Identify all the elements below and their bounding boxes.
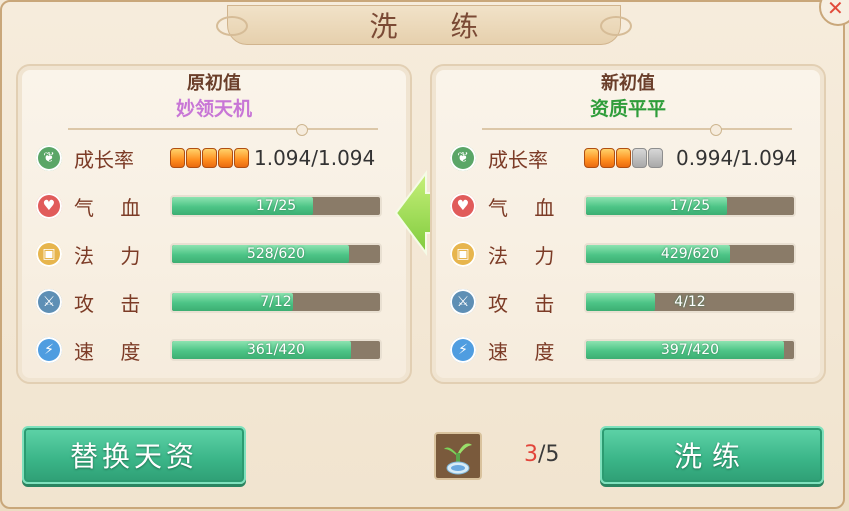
refine-counter: 3/5 bbox=[524, 442, 559, 467]
growth-value: 0.994/1.094 bbox=[676, 146, 798, 170]
stat-bar: 361/420 bbox=[170, 339, 382, 361]
stat-value: 397/420 bbox=[660, 342, 720, 358]
growth-pip bbox=[202, 148, 217, 168]
panel-title: 新初值 bbox=[601, 73, 655, 94]
stat-value: 17/25 bbox=[669, 198, 711, 214]
potion-sprout-icon bbox=[444, 443, 472, 475]
mana-icon: ▣ bbox=[450, 241, 476, 267]
new-stats-panel: 新初值 资质平平 ❦ 成长率 0.994/1.094 ♥ 气 血 17/25 ▣… bbox=[430, 64, 826, 384]
close-button[interactable]: ✕ bbox=[819, 0, 849, 26]
title-ornament-left bbox=[216, 16, 248, 36]
growth-pip bbox=[186, 148, 201, 168]
mana-icon: ▣ bbox=[36, 241, 62, 267]
stat-label: 速 度 bbox=[488, 339, 565, 364]
stat-value: 4/12 bbox=[674, 294, 706, 310]
sprout-icon: ❦ bbox=[450, 145, 476, 171]
panel-title: 原初值 bbox=[187, 73, 241, 94]
sprout-icon: ❦ bbox=[36, 145, 62, 171]
stat-bar: 528/620 bbox=[170, 243, 382, 265]
dialog-title: 洗 练 bbox=[369, 10, 501, 43]
stat-label: 速 度 bbox=[74, 339, 151, 364]
panel-header: 新初值 资质平平 bbox=[432, 66, 824, 122]
growth-pip bbox=[234, 148, 249, 168]
growth-label: 成长率 bbox=[488, 147, 548, 172]
original-stats-panel: 原初值 妙领天机 ❦ 成长率 1.094/1.094 ♥ 气 血 17/25 ▣… bbox=[16, 64, 412, 384]
stat-bar: 17/25 bbox=[170, 195, 382, 217]
growth-label: 成长率 bbox=[74, 147, 134, 172]
growth-pip bbox=[584, 148, 599, 168]
lightning-icon: ⚡ bbox=[36, 337, 62, 363]
panel-header: 原初值 妙领天机 bbox=[18, 66, 410, 122]
heart-icon: ♥ bbox=[450, 193, 476, 219]
quality-label: 妙领天机 bbox=[175, 98, 252, 120]
stat-bar: 7/12 bbox=[170, 291, 382, 313]
heart-icon: ♥ bbox=[36, 193, 62, 219]
stat-value: 361/420 bbox=[246, 342, 306, 358]
stat-bar: 397/420 bbox=[584, 339, 796, 361]
sword-icon: ⚔ bbox=[450, 289, 476, 315]
stat-value: 429/620 bbox=[660, 246, 720, 262]
growth-pips bbox=[170, 148, 249, 168]
divider bbox=[68, 124, 378, 136]
close-icon: ✕ bbox=[827, 0, 844, 20]
stat-bar: 17/25 bbox=[584, 195, 796, 217]
quality-label: 资质平平 bbox=[589, 98, 666, 120]
growth-pip bbox=[648, 148, 663, 168]
stat-label: 攻 击 bbox=[488, 291, 565, 316]
title-ornament-right bbox=[600, 16, 632, 36]
divider bbox=[482, 124, 792, 136]
title-bar: 洗 练 bbox=[216, 5, 632, 45]
replace-talent-button[interactable]: 替换天资 bbox=[22, 426, 246, 484]
growth-pip bbox=[600, 148, 615, 168]
counter-current: 3 bbox=[524, 442, 538, 467]
stat-value: 7/12 bbox=[260, 294, 292, 310]
stat-label: 攻 击 bbox=[74, 291, 151, 316]
growth-value: 1.094/1.094 bbox=[254, 146, 376, 170]
growth-pip bbox=[218, 148, 233, 168]
growth-pips bbox=[584, 148, 663, 168]
stat-label: 法 力 bbox=[488, 243, 565, 268]
dialog-frame: 洗 练 ✕ 原初值 妙领天机 ❦ 成长率 1.094/1.094 ♥ 气 血 1… bbox=[0, 0, 849, 509]
growth-pip bbox=[616, 148, 631, 168]
stat-bar: 4/12 bbox=[584, 291, 796, 313]
stat-value: 528/620 bbox=[246, 246, 306, 262]
growth-pip bbox=[632, 148, 647, 168]
stat-bar: 429/620 bbox=[584, 243, 796, 265]
refine-button[interactable]: 洗练 bbox=[600, 426, 824, 484]
growth-pip bbox=[170, 148, 185, 168]
stat-value: 17/25 bbox=[255, 198, 297, 214]
lightning-icon: ⚡ bbox=[450, 337, 476, 363]
sword-icon: ⚔ bbox=[36, 289, 62, 315]
stat-label: 气 血 bbox=[74, 195, 151, 220]
stat-label: 法 力 bbox=[74, 243, 151, 268]
stat-label: 气 血 bbox=[488, 195, 565, 220]
counter-total: /5 bbox=[538, 442, 560, 467]
refine-item-slot[interactable] bbox=[434, 432, 482, 480]
